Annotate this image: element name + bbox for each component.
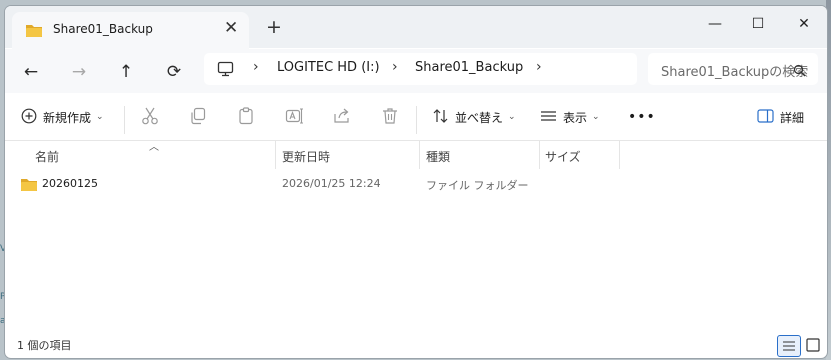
command-bar: 新規作成 ⌄ 並べ替え ⌄ 表示 ⌄ ••• 詳細 — [5, 94, 827, 141]
details-view-icon[interactable] — [777, 335, 801, 357]
copy-icon[interactable] — [188, 106, 210, 128]
search-icon[interactable] — [793, 62, 806, 81]
cut-icon[interactable] — [140, 106, 162, 128]
new-plus-icon — [21, 108, 37, 127]
search-box[interactable]: Share01_Backupの検索 — [648, 53, 818, 85]
item-count: 1 個の項目 — [17, 339, 72, 352]
breadcrumb-drive[interactable]: LOGITEC HD (I:) — [277, 60, 380, 75]
new-label: 新規作成 — [43, 110, 92, 125]
folder-icon — [20, 177, 38, 196]
search-placeholder: Share01_Backupの検索 — [661, 65, 809, 80]
column-headers: ︿ 名前 更新日時 種類 サイズ — [5, 141, 827, 169]
sort-button[interactable]: 並べ替え ⌄ — [432, 104, 516, 130]
file-type: ファイル フォルダー — [426, 179, 529, 192]
forward-button[interactable]: → — [65, 58, 93, 86]
details-pane-icon — [757, 108, 774, 126]
sort-ascending-icon: ︿ — [149, 142, 159, 153]
file-row[interactable]: 20260125 2026/01/25 12:24 ファイル フォルダー — [5, 172, 827, 198]
address-bar[interactable]: › LOGITEC HD (I:) › Share01_Backup › — [204, 53, 637, 85]
folder-icon — [25, 23, 43, 42]
view-button[interactable]: 表示 ⌄ — [540, 104, 600, 130]
toolbar-divider — [416, 106, 417, 134]
sort-label: 並べ替え — [455, 110, 504, 125]
refresh-button[interactable]: ⟳ — [160, 58, 188, 86]
computer-icon — [217, 61, 234, 81]
delete-icon[interactable] — [380, 106, 402, 128]
file-modified: 2026/01/25 12:24 — [282, 177, 381, 190]
paste-icon[interactable] — [236, 106, 258, 128]
back-button[interactable]: ← — [17, 58, 45, 86]
sort-icon — [432, 108, 449, 127]
up-button[interactable]: ↑ — [112, 58, 140, 86]
file-explorer-window: Share01_Backup ✕ + — ☐ ✕ ← → ↑ ⟳ › LOGIT… — [4, 5, 828, 359]
tab-share01-backup[interactable]: Share01_Backup ✕ — [12, 12, 249, 49]
file-name: 20260125 — [42, 177, 98, 190]
column-divider[interactable] — [419, 141, 420, 169]
details-pane-button[interactable]: 詳細 — [757, 104, 804, 130]
column-type[interactable]: 種類 — [426, 148, 450, 165]
view-list-icon — [540, 108, 557, 127]
column-divider[interactable] — [275, 141, 276, 169]
view-label: 表示 — [563, 110, 588, 125]
navigation-bar: ← → ↑ ⟳ › LOGITEC HD (I:) › Share01_Back… — [5, 49, 827, 93]
breadcrumb-folder[interactable]: Share01_Backup — [415, 60, 523, 75]
column-divider[interactable] — [539, 141, 540, 169]
toolbar-divider — [124, 106, 125, 134]
new-tab-button[interactable]: + — [266, 16, 282, 38]
breadcrumb-separator[interactable]: › — [253, 59, 259, 75]
column-size[interactable]: サイズ — [545, 148, 581, 165]
details-label: 詳細 — [780, 110, 805, 125]
close-window-button[interactable]: ✕ — [788, 10, 820, 38]
maximize-button[interactable]: ☐ — [742, 10, 774, 38]
close-tab-icon[interactable]: ✕ — [224, 18, 238, 38]
minimize-button[interactable]: — — [699, 10, 731, 38]
status-bar: 1 個の項目 — [5, 332, 827, 358]
column-name[interactable]: 名前 — [35, 148, 59, 165]
title-bar: Share01_Backup ✕ + — ☐ ✕ — [5, 6, 827, 49]
rename-icon[interactable] — [284, 106, 306, 128]
new-button[interactable]: 新規作成 ⌄ — [21, 104, 104, 130]
chevron-down-icon: ⌄ — [592, 112, 600, 122]
column-divider[interactable] — [619, 141, 620, 169]
breadcrumb-separator[interactable]: › — [536, 59, 542, 75]
more-options-button[interactable]: ••• — [628, 104, 656, 130]
column-modified[interactable]: 更新日時 — [282, 148, 330, 165]
share-icon[interactable] — [332, 106, 354, 128]
tab-title: Share01_Backup — [53, 22, 153, 36]
chevron-down-icon: ⌄ — [508, 112, 516, 122]
breadcrumb-separator[interactable]: › — [392, 59, 398, 75]
large-icons-view-icon[interactable] — [805, 337, 821, 353]
chevron-down-icon: ⌄ — [96, 112, 104, 122]
